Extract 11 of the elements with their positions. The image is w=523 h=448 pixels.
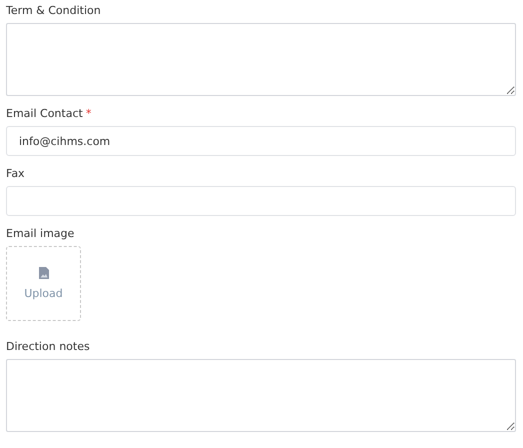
text-area[interactable]: [6, 23, 516, 96]
field-label: Email image: [6, 226, 74, 240]
field-label: Direction notes: [6, 340, 90, 352]
field-label: Term & Condition: [6, 4, 101, 16]
field-label: Email Contact: [6, 106, 83, 120]
input-field[interactable]: [6, 186, 516, 216]
image-file-icon: [38, 267, 48, 279]
input-field[interactable]: info@cihms.com: [6, 126, 516, 156]
required-mark: *: [86, 106, 92, 120]
text-area[interactable]: [6, 359, 516, 432]
field-label: Fax: [6, 166, 25, 180]
